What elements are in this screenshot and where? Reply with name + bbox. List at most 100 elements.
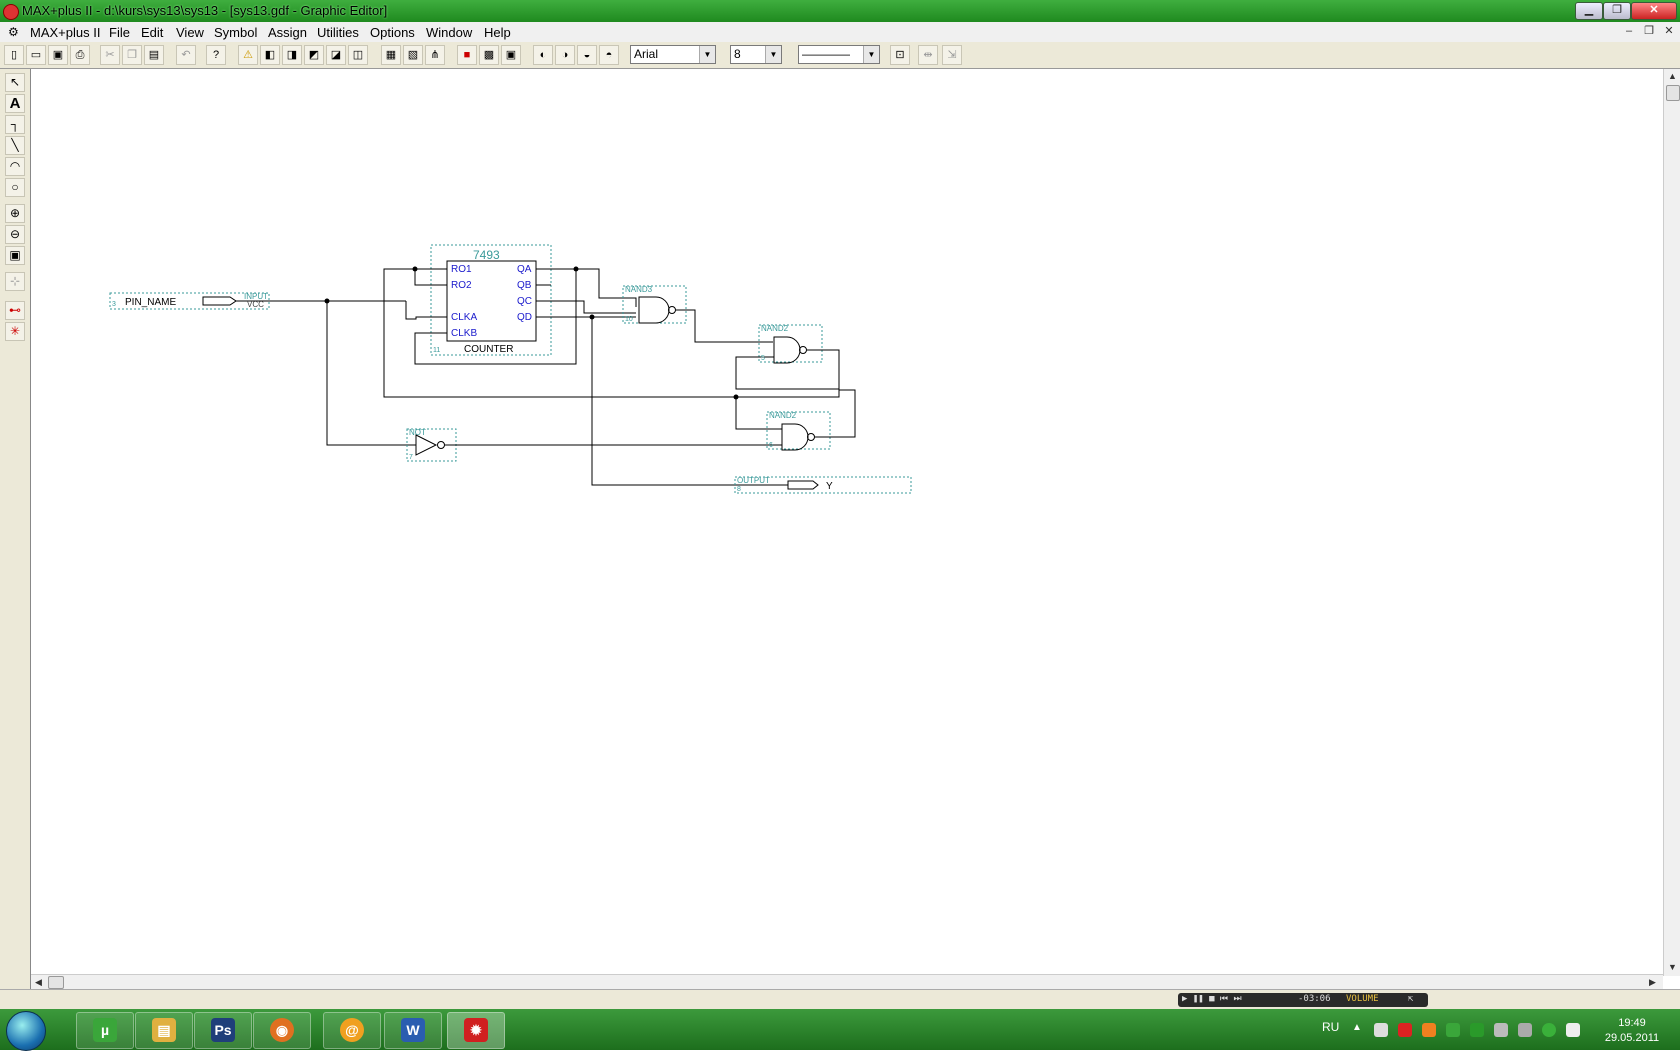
taskbar-app-maxplus[interactable]: ✹ — [447, 1012, 505, 1049]
mdi-minimize-button[interactable]: – — [1622, 25, 1636, 38]
mdi-restore-button[interactable]: ❐ — [1642, 25, 1656, 38]
tray-cloud-icon[interactable] — [1446, 1023, 1460, 1037]
restore-button[interactable]: ❐ — [1603, 2, 1631, 20]
menu-app[interactable]: MAX+plus II — [30, 25, 100, 40]
print-icon[interactable]: ⎙ — [70, 45, 90, 65]
compiler-icon[interactable]: ◩ — [304, 45, 324, 65]
cut-icon[interactable]: ✂ — [100, 45, 120, 65]
line-style-select[interactable]: ———— ▼ — [798, 45, 880, 64]
not-gate-body[interactable] — [415, 434, 438, 456]
menu-view[interactable]: View — [176, 25, 204, 40]
rotate-icon[interactable]: ⇲ — [942, 45, 962, 65]
media-restore-icon[interactable]: ⇱ — [1408, 994, 1413, 1004]
menu-assign[interactable]: Assign — [268, 25, 307, 40]
taskbar-app-mail-agent[interactable]: @ — [323, 1012, 381, 1049]
connect-node-icon[interactable]: ⊷ — [5, 301, 25, 320]
mdi-close-button[interactable]: ✕ — [1662, 25, 1676, 38]
tree-icon[interactable]: ⋔ — [425, 45, 445, 65]
wire[interactable] — [676, 309, 773, 343]
compile-icon[interactable]: ■ — [457, 45, 477, 65]
nand2-b-body[interactable] — [781, 423, 809, 451]
tray-settings-icon[interactable] — [1374, 1023, 1388, 1037]
zoom-in-icon[interactable]: ⊕ — [5, 204, 25, 223]
disconnect-node-icon[interactable]: ✳ — [5, 322, 25, 341]
tray-volume-icon[interactable] — [1494, 1023, 1508, 1037]
selection-arrow-icon[interactable]: ↖ — [5, 73, 25, 92]
media-controls-icon[interactable]: ▶ ❚❚ ■ ⏮ ⏭ — [1182, 994, 1242, 1004]
save-icon[interactable]: ▣ — [48, 45, 68, 65]
language-indicator[interactable]: RU — [1322, 1020, 1339, 1034]
start-button[interactable] — [6, 1011, 46, 1051]
scroll-up-icon[interactable]: ▲ — [1668, 71, 1677, 81]
view-icon-2[interactable]: ◑ — [555, 45, 575, 65]
clock[interactable]: 19:49 29.05.2011 — [1592, 1016, 1672, 1046]
schematic-canvas[interactable]: 3 INPUT VCC 7493 11 NAND3 10 NAND2 5 NAN… — [31, 69, 1663, 976]
simulator-icon[interactable]: ◪ — [326, 45, 346, 65]
open-folder-icon[interactable]: ▭ — [26, 45, 46, 65]
input-pin-symbol[interactable] — [202, 296, 237, 306]
tray-action-center-icon[interactable] — [1566, 1023, 1580, 1037]
fit-window-icon[interactable]: ▣ — [5, 246, 25, 265]
nand2-a-body[interactable] — [773, 336, 801, 364]
paste-icon[interactable]: ▤ — [144, 45, 164, 65]
floorplan-icon[interactable]: ◨ — [282, 45, 302, 65]
simulate-icon[interactable]: ▩ — [479, 45, 499, 65]
chevron-down-icon[interactable]: ▼ — [699, 46, 715, 63]
hierarchy-icon[interactable]: ◧ — [260, 45, 280, 65]
undo-icon[interactable]: ↶ — [176, 45, 196, 65]
wire[interactable] — [735, 349, 840, 390]
arc-tool-icon[interactable]: ◠ — [5, 157, 25, 176]
tray-messenger-icon[interactable] — [1542, 1023, 1556, 1037]
size-select[interactable]: 8 ▼ — [730, 45, 782, 64]
nand3-body[interactable] — [638, 296, 670, 324]
chevron-down-icon[interactable]: ▼ — [863, 46, 879, 63]
taskbar-app-firefox[interactable]: ◉ — [253, 1012, 311, 1049]
menu-window[interactable]: Window — [426, 25, 472, 40]
taskbar-app-word[interactable]: W — [384, 1012, 442, 1049]
chevron-down-icon[interactable]: ▼ — [765, 46, 781, 63]
vertical-scrollbar[interactable]: ▲ ▼ — [1663, 69, 1680, 976]
wire[interactable] — [326, 301, 416, 446]
show-hidden-icons-icon[interactable]: ▲ — [1352, 1022, 1362, 1033]
orthogonal-line-icon[interactable]: ┐ — [5, 115, 25, 134]
document-icon[interactable]: ⚙ — [8, 25, 22, 39]
view-icon-4[interactable]: ◓ — [599, 45, 619, 65]
wire[interactable] — [405, 301, 447, 320]
media-player-toolbar[interactable]: ▶ ❚❚ ■ ⏮ ⏭ -03:06 VOLUME ⇱ — [1178, 993, 1428, 1007]
rubberband-icon[interactable]: ⊹ — [5, 272, 25, 291]
timing-icon[interactable]: ◫ — [348, 45, 368, 65]
vertical-scroll-thumb[interactable] — [1666, 85, 1680, 101]
schematic-drawing[interactable]: 3 INPUT VCC 7493 11 NAND3 10 NAND2 5 NAN… — [31, 69, 1663, 976]
view-icon-3[interactable]: ◒ — [577, 45, 597, 65]
flip-icon[interactable]: ⇹ — [918, 45, 938, 65]
menu-options[interactable]: Options — [370, 25, 415, 40]
tray-network-icon[interactable] — [1518, 1023, 1532, 1037]
menu-edit[interactable]: Edit — [141, 25, 163, 40]
horizontal-scroll-thumb[interactable] — [48, 976, 64, 989]
tray-antivirus-icon[interactable] — [1398, 1023, 1412, 1037]
view-icon-1[interactable]: ◐ — [533, 45, 553, 65]
menu-help[interactable]: Help — [484, 25, 511, 40]
scroll-right-icon[interactable]: ▶ — [1649, 977, 1656, 988]
zoom-out-icon[interactable]: ⊖ — [5, 225, 25, 244]
copy-icon[interactable]: ❐ — [122, 45, 142, 65]
menu-symbol[interactable]: Symbol — [214, 25, 257, 40]
text-tool-icon[interactable]: A — [5, 94, 25, 113]
app-icon[interactable] — [3, 4, 19, 20]
program-icon[interactable]: ▣ — [501, 45, 521, 65]
tray-utorrent-icon[interactable] — [1470, 1023, 1484, 1037]
top-level-icon[interactable]: ▧ — [403, 45, 423, 65]
tray-media-icon[interactable] — [1422, 1023, 1436, 1037]
scroll-left-icon[interactable]: ◀ — [35, 977, 42, 988]
menu-utilities[interactable]: Utilities — [317, 25, 359, 40]
output-pin-symbol[interactable] — [787, 480, 819, 490]
warning-icon[interactable]: ⚠ — [238, 45, 258, 65]
new-file-icon[interactable]: ▯ — [4, 45, 24, 65]
menu-file[interactable]: File — [109, 25, 130, 40]
scroll-down-icon[interactable]: ▼ — [1668, 962, 1677, 972]
font-select[interactable]: Arial ▼ — [630, 45, 716, 64]
diagonal-line-icon[interactable]: ╲ — [5, 136, 25, 155]
circle-tool-icon[interactable]: ○ — [5, 178, 25, 197]
taskbar-app-explorer[interactable]: ▤ — [135, 1012, 193, 1049]
taskbar-app-utorrent[interactable]: µ — [76, 1012, 134, 1049]
